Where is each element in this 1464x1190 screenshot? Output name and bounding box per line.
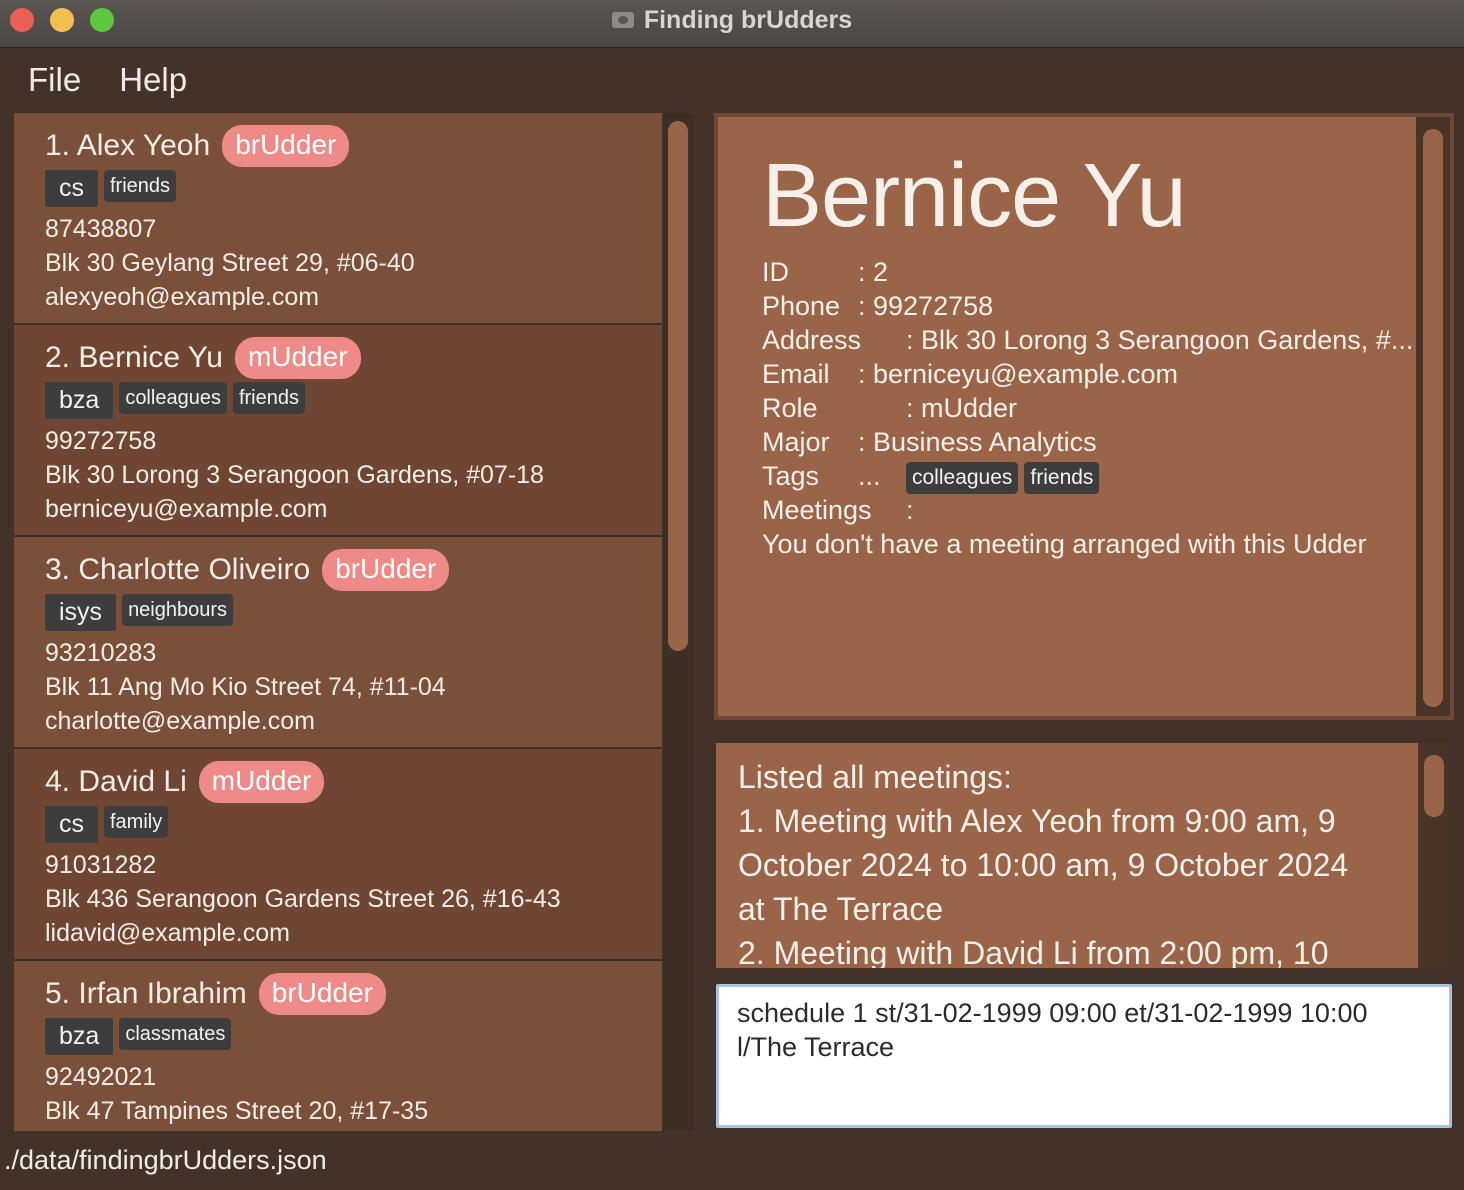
person-address: Blk 11 Ang Mo Kio Street 74, #11-04 [45,673,446,701]
detail-meeting-note: You don't have a meeting arranged with t… [762,529,1367,559]
tag: colleagues [119,382,227,414]
result-line: 2. Meeting with David Li from 2:00 pm, 1… [738,935,1329,968]
detail-tags: Tags... colleagues friends [762,459,1100,494]
person-name: 1. Alex Yeoh [45,129,211,162]
role-badge: brUdder [222,125,350,167]
major-tag: isys [45,594,117,631]
major-tag: bza [45,1018,114,1055]
person-name: 5. Irfan Ibrahim [45,977,247,1010]
tag-row: bza classmates [45,1018,662,1055]
detail-id: ID: 2 [762,257,889,287]
person-name: 4. David Li [45,765,187,798]
window-title-wrap: Finding brUdders [0,0,1464,40]
tag: friends [1024,461,1100,494]
person-name: 2. Bernice Yu [45,341,223,374]
result-line: October 2024 to 10:00 am, 9 October 2024 [738,847,1349,883]
tag-row: isys neighbours [45,594,662,631]
major-tag: cs [45,170,98,207]
person-card-5[interactable]: 5. Irfan Ibrahim brUdder bza classmates … [14,961,662,1131]
result-line: 1. Meeting with Alex Yeoh from 9:00 am, … [738,803,1336,839]
person-phone: 92492021 [45,1063,157,1091]
person-list-scrollbar[interactable] [668,121,688,651]
detail-scrollbar[interactable] [1423,129,1443,707]
person-address: Blk 30 Geylang Street 29, #06-40 [45,249,415,277]
detail-scroll-track [1416,117,1450,716]
person-email: alexyeoh@example.com [45,283,320,311]
detail-meetings: Meetings: [762,495,914,525]
detail-major: Major: Business Analytics [762,427,1097,457]
command-input[interactable]: schedule 1 st/31-02-1999 09:00 et/31-02-… [716,984,1452,1128]
tag: friends [232,382,305,414]
result-line: at The Terrace [738,891,944,927]
major-tag: cs [45,806,98,843]
menu-bar: File Help [0,49,1464,111]
result-display: Listed all meetings: 1. Meeting with Ale… [716,743,1448,968]
role-badge: mUdder [234,337,361,379]
role-badge: brUdder [322,549,450,591]
tag: classmates [119,1018,232,1050]
detail-phone: Phone: 99272758 [762,291,994,321]
tag: family [104,806,169,838]
result-line: Listed all meetings: [738,759,1012,795]
tag: friends [104,170,177,202]
person-list[interactable]: 1. Alex Yeoh brUdder cs friends 87438807… [14,113,694,1131]
menu-file[interactable]: File [28,61,81,99]
detail-role: Role: mUdder [762,393,1018,423]
person-address: Blk 30 Lorong 3 Serangoon Gardens, #07-1… [45,461,544,489]
person-card-2[interactable]: 2. Bernice Yu mUdder bza colleagues frie… [14,325,662,535]
tag: neighbours [122,594,234,626]
title-bar: Finding brUdders [0,0,1464,48]
person-address: Blk 436 Serangoon Gardens Street 26, #16… [45,885,561,913]
detail-address: Address: Blk 30 Lorong 3 Serangoon Garde… [762,325,1414,355]
menu-help[interactable]: Help [119,61,187,99]
person-phone: 87438807 [45,215,157,243]
person-card-1[interactable]: 1. Alex Yeoh brUdder cs friends 87438807… [14,113,662,323]
app-icon [611,12,634,28]
tag-row: cs friends [45,170,662,207]
person-phone: 93210283 [45,639,157,667]
window-title: Finding brUdders [643,5,853,34]
tag-row: cs family [45,806,662,843]
status-bar-path: ./data/findingbrUdders.json [4,1145,327,1175]
person-email: charlotte@example.com [45,707,315,735]
tag: colleagues [906,461,1019,494]
person-card-3[interactable]: 3. Charlotte Oliveiro brUdder isys neigh… [14,537,662,747]
role-badge: brUdder [258,973,386,1015]
person-address: Blk 47 Tampines Street 20, #17-35 [45,1097,429,1125]
person-email: berniceyu@example.com [45,495,328,523]
person-name: 3. Charlotte Oliveiro [45,553,311,586]
person-card-4[interactable]: 4. David Li mUdder cs family 91031282 Bl… [14,749,662,959]
person-phone: 91031282 [45,851,157,879]
detail-email: Email: berniceyu@example.com [762,359,1179,389]
person-phone: 99272758 [45,427,157,455]
person-detail-panel: Bernice Yu ID: 2 Phone: 99272758 Address… [714,113,1454,720]
detail-name: Bernice Yu [762,146,1187,246]
role-badge: mUdder [198,761,325,803]
result-text-area: Listed all meetings: 1. Meeting with Ale… [716,743,1418,968]
result-scrollbar[interactable] [1424,755,1444,817]
person-email: lidavid@example.com [45,919,290,947]
tag-row: bza colleagues friends [45,382,662,419]
major-tag: bza [45,382,114,419]
